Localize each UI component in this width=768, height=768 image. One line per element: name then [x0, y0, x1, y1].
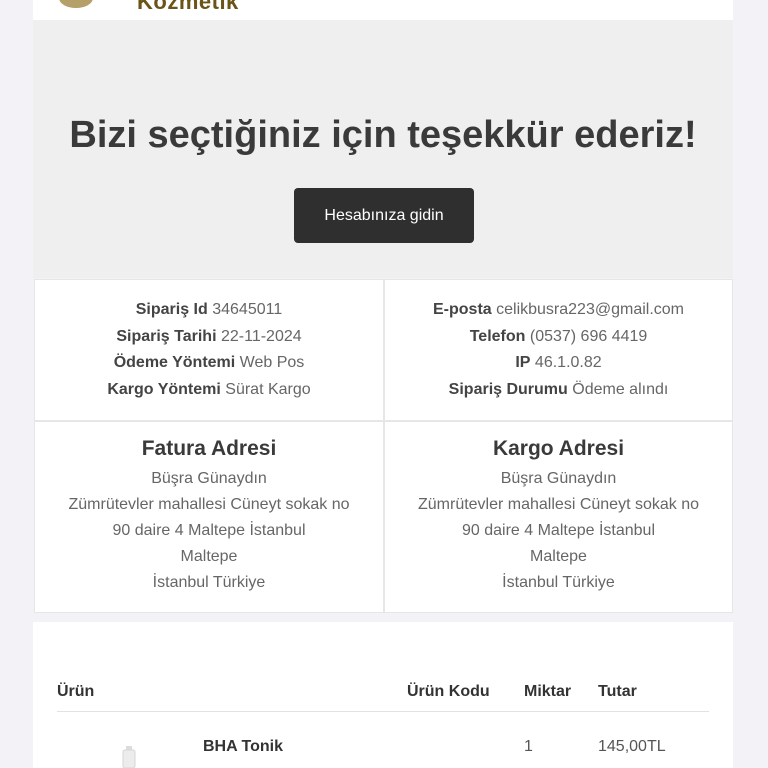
product-name[interactable]: BHA Tonik	[203, 738, 283, 756]
billing-city-country: İstanbul Türkiye	[152, 574, 266, 591]
order-id-row: Sipariş Id 34645011	[135, 301, 283, 318]
billing-address-title: Fatura Adresi	[141, 437, 277, 460]
shipping-address-line-2: 90 daire 4 Maltepe İstanbul	[461, 522, 655, 539]
contact-details-cell: E-posta celikbusra223@gmail.com Telefon …	[384, 279, 733, 421]
shipping-name: Büşra Günaydın	[500, 470, 617, 487]
shipping-address-cell: Kargo Adresi Büşra Günaydın Zümrütevler …	[384, 421, 733, 613]
product-quantity: 1	[524, 738, 533, 755]
logo-text: Kozmetik	[137, 0, 239, 14]
product-column-header: Ürün	[57, 683, 95, 700]
billing-address-cell: Fatura Adresi Büşra Günaydın Zümrütevler…	[34, 421, 384, 613]
thank-you-banner: Bizi seçtiğiniz için teşekkür ederiz! He…	[33, 20, 733, 278]
go-to-account-button[interactable]: Hesabınıza gidin	[294, 188, 474, 243]
order-status-row: Sipariş Durumu Ödeme alındı	[448, 380, 669, 398]
billing-district: Maltepe	[180, 548, 238, 565]
total-column-header: Tutar	[598, 683, 637, 700]
phone-row: Telefon (0537) 696 4419	[469, 327, 648, 345]
shipping-address-line-1: Zümrütevler mahallesi Cüneyt sokak no	[417, 496, 699, 513]
order-info-grid: Sipariş Id 34645011 Sipariş Tarihi 22-11…	[34, 279, 733, 613]
billing-address-line-1: Zümrütevler mahallesi Cüneyt sokak no	[68, 496, 350, 513]
email-row: E-posta celikbusra223@gmail.com	[433, 301, 684, 318]
shipping-city-country: İstanbul Türkiye	[502, 574, 615, 591]
product-total: 145,00TL	[598, 738, 666, 755]
table-divider	[57, 711, 709, 712]
page-title: Bizi seçtiğiniz için teşekkür ederiz!	[69, 114, 697, 156]
header-bar: Kozmetik	[33, 0, 733, 20]
order-details-cell: Sipariş Id 34645011 Sipariş Tarihi 22-11…	[34, 279, 384, 421]
products-table: Ürün Ürün Kodu Miktar Tutar BHA Tonik 1 …	[33, 622, 733, 768]
logo-icon	[59, 0, 93, 8]
billing-address-line-2: 90 daire 4 Maltepe İstanbul	[112, 522, 306, 539]
shipping-method-row: Kargo Yöntemi Sürat Kargo	[107, 380, 311, 398]
order-date-row: Sipariş Tarihi 22-11-2024	[116, 327, 302, 345]
quantity-column-header: Miktar	[524, 683, 572, 700]
billing-name: Büşra Günaydın	[151, 470, 267, 487]
payment-method-row: Ödeme Yöntemi Web Pos	[113, 354, 305, 371]
ip-row: IP 46.1.0.82	[515, 354, 602, 371]
shipping-address-title: Kargo Adresi	[492, 437, 625, 460]
shipping-district: Maltepe	[530, 548, 587, 565]
product-thumbnail	[122, 746, 136, 768]
product-code-column-header: Ürün Kodu	[407, 683, 490, 700]
